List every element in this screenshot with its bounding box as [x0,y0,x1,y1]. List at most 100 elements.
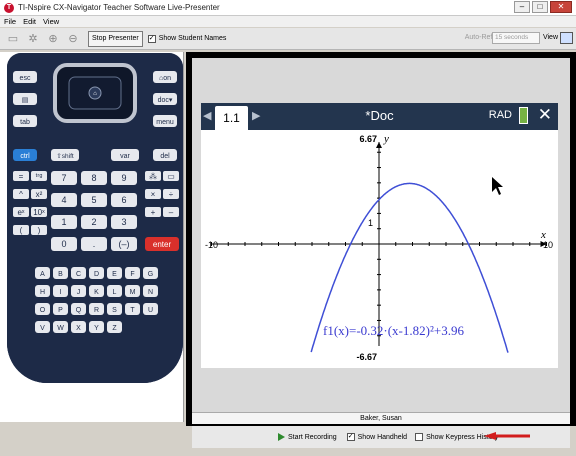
svg-text:7: 7 [61,173,66,183]
svg-text:1: 1 [61,217,66,227]
svg-text:0: 0 [61,239,66,249]
show-keypress-checkbox[interactable] [415,433,424,441]
key-label: S [112,307,117,314]
svg-text:menu: menu [156,119,174,126]
window-title: TI-Nspire CX-Navigator Teacher Software … [18,3,220,12]
key-on[interactable]: ⌂on [153,71,177,83]
svg-text:^: ^ [19,190,23,199]
svg-text:⁂: ⁂ [149,172,157,181]
svg-text:(: ( [20,226,23,235]
key-label: O [40,307,46,314]
menu-view[interactable]: View [43,16,59,27]
minimize-button[interactable]: – [514,1,530,13]
battery-icon [519,107,528,124]
show-student-names-label: Show Student Names [158,35,227,42]
key-ctrl[interactable]: ctrl [13,149,37,161]
key-shift[interactable]: ⇧shift [51,149,79,161]
svg-text:×: × [151,190,156,199]
svg-text:=: = [19,172,24,181]
key-label: D [94,271,99,278]
x-axis-label: x [540,229,546,241]
view-layout-icon[interactable] [560,32,573,44]
key-enter[interactable]: enter [145,237,179,251]
svg-text:x²: x² [36,190,43,199]
key-label: N [148,289,153,296]
close-doc-icon[interactable]: ✕ [538,105,552,125]
mouse-cursor-icon [492,177,503,195]
svg-text:esc: esc [20,75,31,82]
key-label: W [57,325,64,332]
svg-text:4: 4 [61,195,66,205]
stop-presenter-button[interactable]: Stop Presenter [88,30,143,47]
play-icon [278,433,285,441]
auto-refresh-select[interactable]: 15 seconds [492,32,540,44]
key-label: Q [76,307,82,314]
svg-text:del: del [160,153,170,160]
red-arrow-annotation [484,432,530,440]
svg-text:eˣ: eˣ [17,208,24,217]
key-menu[interactable]: menu [153,115,177,127]
view-label: View [542,34,558,41]
key-label: T [130,307,135,314]
svg-text:–: – [169,208,174,217]
key-label: C [76,271,81,278]
svg-text:(–): (–) [119,239,130,249]
menu-edit[interactable]: Edit [23,16,36,27]
y-min-label: -6.67 [356,352,377,362]
start-recording-button[interactable]: Start Recording [278,433,337,441]
svg-text:enter: enter [153,240,172,249]
svg-text:⇧shift: ⇧shift [56,152,74,160]
ti-logo-icon: T [4,2,14,13]
student-name-bar: Baker, Susan [192,412,570,424]
angle-mode: RAD [488,109,512,121]
calculator-keypad: ⌂ esc ▤ ⌂on doc▾ menu tab ctrl ⇧shift va… [7,53,183,383]
svg-text:▤: ▤ [22,97,29,104]
menu-file[interactable]: File [4,16,16,27]
key-tab[interactable]: tab [13,115,37,127]
svg-text:⌂: ⌂ [93,91,97,97]
menu-bar: File Edit View [0,16,576,27]
svg-text:5: 5 [91,195,96,205]
svg-text:2: 2 [91,217,96,227]
settings-icon[interactable]: ✲ [26,32,40,46]
document-tab-bar: ◀ 1.1 ▶ *Doc RAD ✕ [201,103,558,130]
key-label: M [130,289,136,296]
key-scratchpad[interactable]: ▤ [13,93,37,105]
key-label: U [148,307,153,314]
key-label: X [76,325,81,332]
svg-text:8: 8 [91,173,96,183]
close-button[interactable]: ✕ [550,1,572,13]
tick-label: 1 [368,218,373,228]
show-student-names-checkbox[interactable]: ✓ [147,34,156,43]
screen-capture-icon[interactable]: ▭ [6,32,20,46]
key-var[interactable]: var [111,149,139,161]
key-label: V [40,325,45,332]
svg-text:): ) [38,226,41,235]
svg-text:ᵗʳᵍ: ᵗʳᵍ [36,172,43,181]
show-handheld-checkbox[interactable]: ✓ [346,433,355,441]
svg-text:÷: ÷ [169,190,174,199]
key-label: F [130,271,134,278]
key-label: E [112,271,117,278]
title-bar: T TI-Nspire CX-Navigator Teacher Softwar… [0,0,576,16]
zoom-in-icon[interactable]: ⊕ [46,32,60,46]
y-axis-label: y [383,133,389,145]
key-label: B [58,271,63,278]
svg-text:var: var [120,153,130,160]
key-esc[interactable]: esc [13,71,37,83]
key-doc[interactable]: doc▾ [153,93,177,105]
start-recording-label: Start Recording [288,433,337,441]
maximize-button[interactable]: □ [532,1,548,13]
svg-text:tab: tab [20,119,30,126]
show-handheld-label: Show Handheld [357,433,408,441]
key-del[interactable]: del [153,149,177,161]
key-label: R [94,307,99,314]
zoom-out-icon[interactable]: ⊖ [66,32,80,46]
x-max-label: 10 [543,240,553,250]
svg-text:.: . [93,239,96,249]
svg-text:10ˣ: 10ˣ [33,208,45,217]
function-label: f1(x)=-0.32·(x-1.82)²+3.96 [323,323,464,338]
key-label: A [40,271,45,278]
svg-text:▭: ▭ [167,172,175,181]
key-label: K [94,289,99,296]
